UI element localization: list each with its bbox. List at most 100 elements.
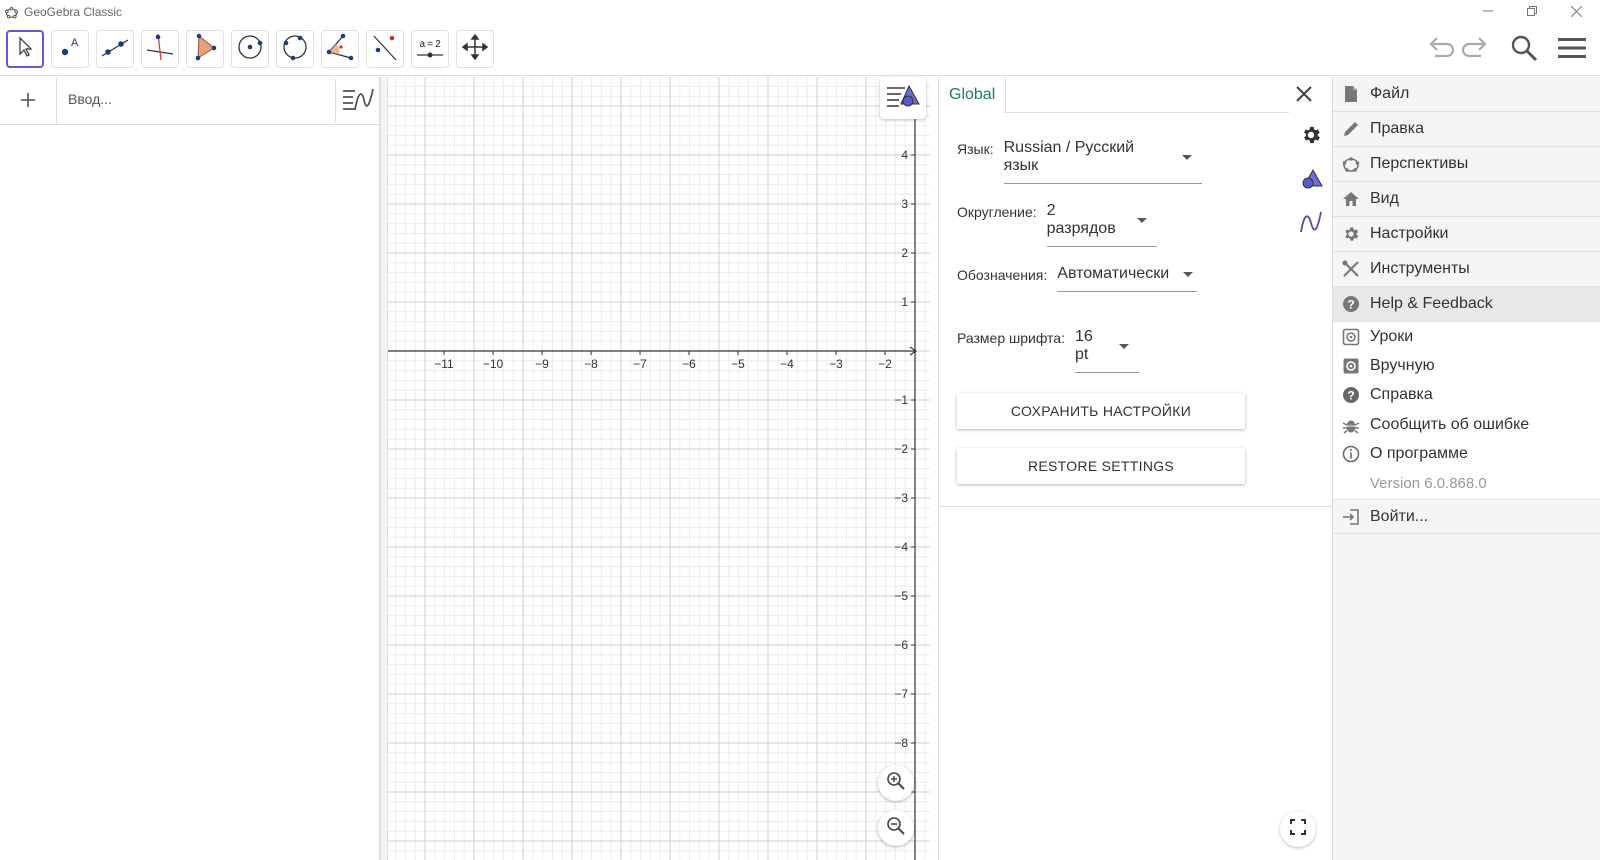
x-tick-label: −8 [584,357,598,371]
y-tick-label: −7 [894,687,908,701]
x-tick-label: −4 [780,357,794,371]
chevron-down-icon [1181,154,1192,160]
labeling-label: Обозначения: [957,267,1048,283]
x-tick-label: −3 [829,357,843,371]
main-menu-button[interactable] [1556,34,1588,66]
algebra-view-menu-button[interactable] [335,79,379,123]
point-tool-button[interactable]: A [51,30,89,68]
search-button[interactable] [1508,34,1540,66]
restore-settings-button[interactable]: RESTORE SETTINGS [957,448,1245,484]
algebra-settings-tab[interactable] [1297,210,1325,238]
graphics-settings-tab[interactable] [1297,167,1325,195]
menu-label: Справка [1370,386,1433,403]
y-tick-label: −2 [894,442,908,456]
menu-item-manual[interactable]: Вручную [1333,351,1600,380]
slider-tool-button[interactable]: a = 2 [411,30,449,68]
menu-item-about[interactable]: О программе [1333,439,1600,469]
y-tick-label: 1 [901,295,908,309]
tools-icon [1341,259,1361,279]
menu-item-settings[interactable]: Настройки [1333,217,1600,252]
save-settings-button[interactable]: СОХРАНИТЬ НАСТРОЙКИ [957,393,1245,429]
settings-gear-tab[interactable] [1297,123,1325,151]
menu-label: Вручную [1370,356,1435,374]
hamburger-menu-icon [1558,37,1586,64]
perpendicular-line-tool-button[interactable] [141,30,179,68]
version-row: Version 6.0.868.0 [1333,469,1600,499]
redo-button[interactable] [1460,34,1492,66]
chevron-down-icon [1136,217,1147,223]
undo-button[interactable] [1424,34,1456,66]
reflect-tool-button[interactable] [366,30,404,68]
graphics-triangle-icon [1299,167,1323,196]
properties-divider [939,506,1333,507]
zoom-in-button[interactable] [878,765,914,801]
plus-icon [20,87,36,115]
menu-item-help[interactable]: ? Справка [1333,380,1600,410]
perpendicular-line-icon [145,32,175,67]
font-size-label: Размер шрифта: [957,330,1065,346]
fullscreen-button[interactable] [1280,811,1316,847]
x-tick-label: −10 [483,357,504,371]
title-bar: GeoGebra Classic [0,0,1600,24]
algebra-view: Ввод... [0,77,380,860]
toolbar: A a = 2 [0,24,1600,76]
y-tick-label: −5 [894,589,908,603]
close-window-button[interactable] [1554,0,1598,22]
menu-item-tools[interactable]: Инструменты [1333,252,1600,287]
graphics-view[interactable]: −11 −10 −9 −8 −7 −6 −5 −4 −3 −2 4 3 2 1 −1 −2 −3 −4 −5 −6 −7… [388,77,930,860]
menu-item-file[interactable]: Файл [1333,77,1600,112]
add-item-button[interactable] [0,77,57,125]
font-size-select[interactable]: 16 pt [1075,324,1139,373]
line-tool-button[interactable] [96,30,134,68]
menu-label: Файл [1370,85,1410,102]
menu-item-tutorials[interactable]: Уроки [1333,322,1600,351]
angle-icon [325,32,355,67]
menu-label: Уроки [1370,327,1414,345]
angle-tool-button[interactable] [321,30,359,68]
polygon-tool-button[interactable] [186,30,224,68]
properties-side-tabs [1288,113,1333,383]
minimize-button[interactable] [1466,0,1510,22]
zoom-in-icon [886,771,906,796]
menu-label: О программе [1370,445,1468,462]
reflect-icon [370,32,400,67]
menu-item-help-feedback[interactable]: ? Help & Feedback [1333,287,1600,322]
fullscreen-icon [1290,818,1306,840]
labeling-select[interactable]: Автоматически [1057,261,1198,292]
close-properties-button[interactable] [1291,83,1317,109]
menu-label: Вид [1370,190,1399,207]
file-icon [1341,84,1361,104]
menu-item-report-bug[interactable]: Сообщить об ошибке [1333,410,1600,439]
menu-item-view[interactable]: Вид [1333,182,1600,217]
cursor-arrow-icon [14,36,36,63]
view-splitter[interactable] [380,77,388,860]
perspectives-icon [1341,154,1361,174]
rounding-label: Округление: [957,204,1037,220]
y-tick-label: −3 [894,491,908,505]
tab-global[interactable]: Global [939,77,1007,113]
move-arrows-icon [461,33,489,65]
rounding-select[interactable]: 2 разрядов [1046,198,1157,247]
menu-label: Настройки [1370,225,1449,242]
x-tick-label: −2 [878,357,892,371]
x-tick-label: −5 [731,357,745,371]
point-icon: A [57,34,83,65]
graphics-style-bar-button[interactable] [880,77,926,119]
menu-item-edit[interactable]: Правка [1333,112,1600,147]
chevron-down-icon [1119,343,1129,349]
circle-center-tool-button[interactable] [231,30,269,68]
circle-three-points-tool-button[interactable] [276,30,314,68]
algebra-input[interactable]: Ввод... [68,91,112,107]
zoom-out-button[interactable] [878,810,914,846]
move-tool-button[interactable] [6,30,44,68]
y-tick-label: 3 [901,197,908,211]
x-tick-label: −9 [535,357,549,371]
menu-item-sign-in[interactable]: Войти... [1333,499,1600,534]
language-label: Язык: [957,141,994,157]
language-select[interactable]: Russian / Русский язык [1003,135,1202,184]
x-tick-label: −6 [682,357,696,371]
move-graphics-tool-button[interactable] [456,30,494,68]
restore-button[interactable] [1510,0,1554,22]
menu-item-perspectives[interactable]: Перспективы [1333,147,1600,182]
font-size-value: 16 pt [1075,328,1093,363]
